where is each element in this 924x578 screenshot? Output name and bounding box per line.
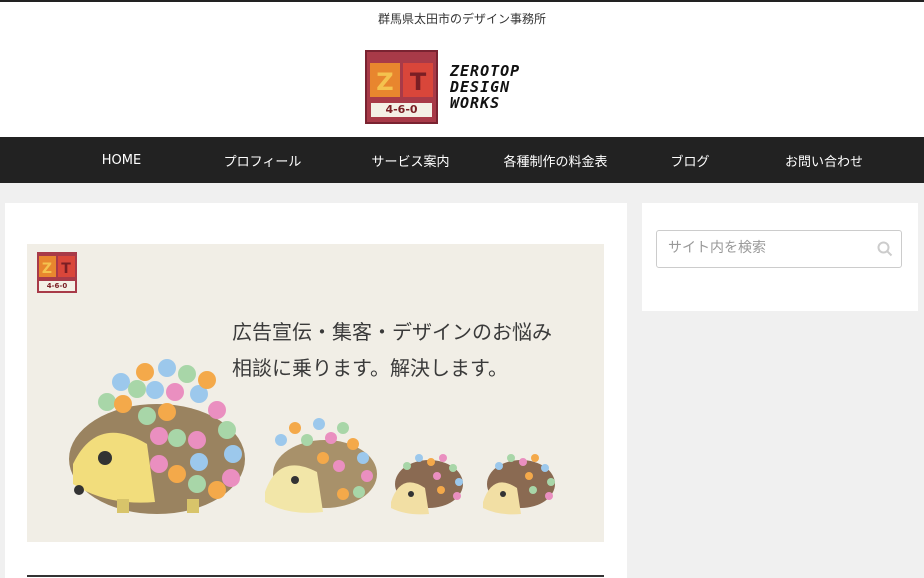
logo-word-3: WORKS — [450, 94, 501, 112]
content-divider — [27, 575, 604, 577]
site-logo[interactable]: Z T 4-6-0 ZT ZEROTOP DESIGN WORKS — [365, 50, 520, 124]
hedgehog-small-1-icon — [391, 454, 463, 515]
nav-item-pricing[interactable]: 各種制作の料金表 — [469, 137, 642, 183]
nav-item-profile[interactable]: プロフィール — [173, 137, 352, 183]
site-tagline: 群馬県太田市のデザイン事務所 — [377, 12, 546, 26]
logo-mark-icon: Z T 4-6-0 ZT — [365, 50, 438, 124]
hedgehog-small-2-icon — [483, 454, 555, 515]
nav-item-services[interactable]: サービス案内 — [352, 137, 469, 183]
main-nav: HOME プロフィール サービス案内 各種制作の料金表 ブログ お問い合わせ — [0, 137, 924, 183]
sidebar-search-widget — [642, 203, 918, 311]
logo-wordmark: ZEROTOP DESIGN WORKS — [450, 63, 520, 111]
site-header: 群馬県太田市のデザイン事務所 Z T 4-6-0 ZT ZEROTOP DESI… — [0, 2, 924, 137]
logo-number: 4-6-0 — [385, 103, 418, 116]
hedgehog-medium-icon — [265, 418, 377, 513]
search-input[interactable] — [666, 239, 870, 257]
main-content: Z T 4-6-0 ZT 広告宣伝・集客・デザインのお悩み 相談に乗ります。解決… — [5, 203, 627, 578]
nav-item-blog[interactable]: ブログ — [642, 137, 738, 183]
nav-item-home[interactable]: HOME — [70, 137, 173, 183]
svg-text:Z: Z — [376, 68, 393, 96]
svg-text:T: T — [410, 68, 427, 96]
logo-word-2: DESIGN — [450, 78, 511, 96]
logo-word-1: ZEROTOP — [450, 62, 521, 80]
hedgehog-family-illustration — [69, 359, 555, 515]
nav-item-contact[interactable]: お問い合わせ — [738, 137, 910, 183]
search-box — [656, 230, 902, 268]
hedgehog-large-icon — [69, 359, 245, 514]
hero-banner[interactable]: Z T 4-6-0 ZT 広告宣伝・集客・デザインのお悩み 相談に乗ります。解決… — [27, 244, 604, 542]
search-icon[interactable] — [877, 241, 893, 261]
